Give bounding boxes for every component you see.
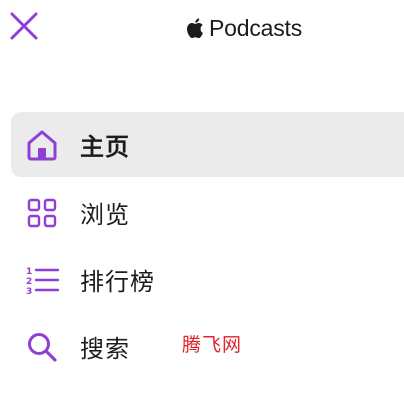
charts-list-icon: 1 2 3	[25, 263, 59, 297]
sidebar-item-label: 排行榜	[80, 268, 155, 296]
svg-text:2: 2	[26, 277, 32, 287]
home-icon	[25, 128, 59, 162]
search-icon	[25, 330, 59, 364]
browse-grid-icon	[25, 196, 59, 230]
sidebar-item-home[interactable]: 主页	[11, 112, 404, 177]
close-button[interactable]	[8, 10, 40, 42]
sidebar-item-label: 浏览	[80, 201, 130, 229]
close-icon	[10, 12, 38, 40]
sidebar-item-browse[interactable]: 浏览	[0, 179, 404, 246]
app-brand: Podcasts	[186, 12, 302, 44]
sidebar-item-label: 主页	[80, 133, 130, 161]
sidebar-item-label: 搜索	[80, 335, 130, 363]
podcasts-menu-page: Podcasts 主页 浏览 1 2 3 排行榜 搜索 腾飞网	[0, 0, 404, 419]
app-name: Podcasts	[209, 14, 303, 41]
watermark-text: 腾飞网	[182, 334, 243, 356]
svg-text:1: 1	[26, 267, 32, 277]
svg-text:3: 3	[26, 287, 32, 295]
apple-logo-icon	[187, 18, 203, 39]
sidebar-item-charts[interactable]: 1 2 3 排行榜	[0, 246, 404, 313]
